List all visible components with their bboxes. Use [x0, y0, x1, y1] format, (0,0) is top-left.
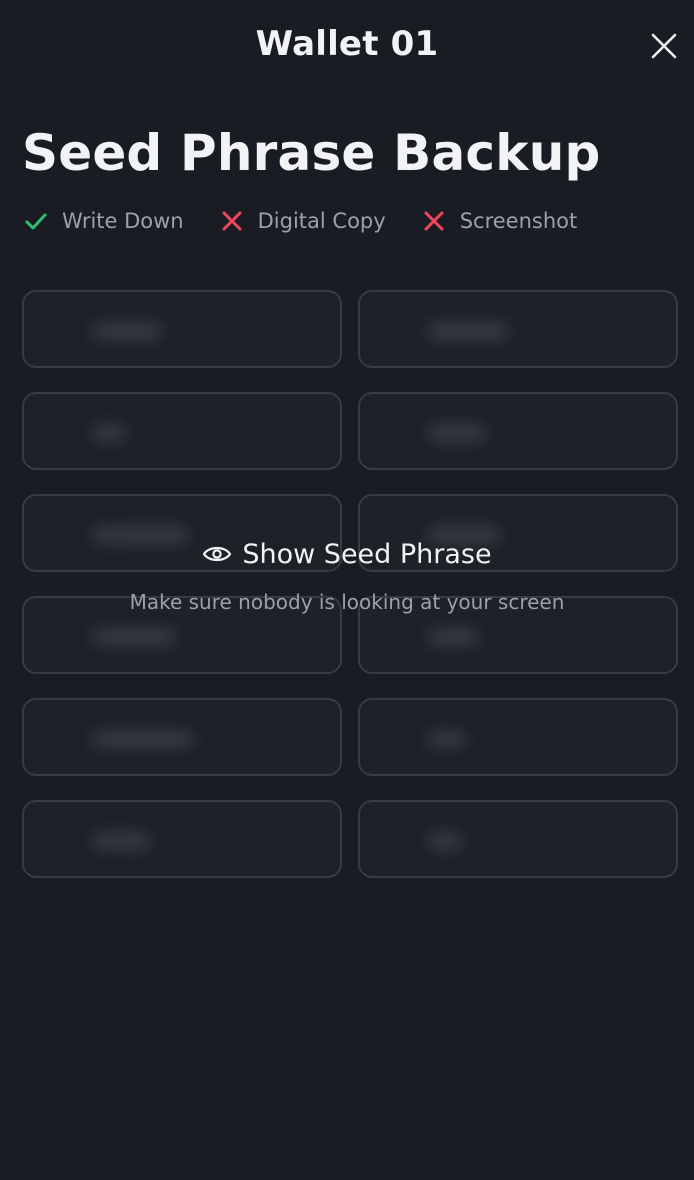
blurred-seed-word	[92, 322, 162, 340]
show-seed-phrase-button[interactable]: Show Seed Phrase	[0, 532, 694, 576]
wallet-title: Wallet 01	[255, 24, 439, 64]
seed-word-box	[358, 290, 678, 368]
blurred-seed-word	[428, 832, 462, 850]
close-button[interactable]	[648, 30, 680, 62]
seed-word-box	[22, 392, 342, 470]
seed-word-box	[358, 698, 678, 776]
rule-write-down: Write Down	[24, 209, 184, 233]
cross-icon	[220, 209, 244, 233]
reveal-overlay: Show Seed Phrase Make sure nobody is loo…	[0, 532, 694, 628]
blurred-seed-word	[428, 628, 478, 646]
rule-screenshot: Screenshot	[422, 209, 578, 233]
seed-word-box	[22, 698, 342, 776]
blurred-seed-word	[428, 322, 508, 340]
blurred-seed-word	[92, 424, 126, 442]
rule-label: Write Down	[62, 209, 184, 233]
seed-word-box	[358, 800, 678, 878]
blurred-seed-word	[92, 730, 194, 748]
seed-word-box	[358, 392, 678, 470]
blurred-seed-word	[428, 730, 466, 748]
header: Wallet 01	[0, 0, 694, 92]
seed-word-box	[22, 800, 342, 878]
close-icon	[651, 33, 677, 59]
page-title: Seed Phrase Backup	[22, 124, 601, 182]
privacy-hint: Make sure nobody is looking at your scre…	[129, 590, 565, 614]
blurred-seed-word	[428, 424, 486, 442]
rule-digital-copy: Digital Copy	[220, 209, 386, 233]
seed-backup-screen: Wallet 01 Seed Phrase Backup Write Down	[0, 0, 694, 1180]
check-icon	[24, 209, 48, 233]
blurred-seed-word	[92, 832, 150, 850]
rule-label: Digital Copy	[257, 209, 386, 233]
blurred-seed-word	[92, 628, 176, 646]
backup-rules: Write Down Digital Copy Screenshot	[24, 204, 613, 238]
eye-icon	[202, 543, 232, 565]
seed-word-box	[22, 290, 342, 368]
cross-icon	[422, 209, 446, 233]
show-seed-phrase-label: Show Seed Phrase	[242, 538, 492, 570]
rule-label: Screenshot	[459, 209, 578, 233]
